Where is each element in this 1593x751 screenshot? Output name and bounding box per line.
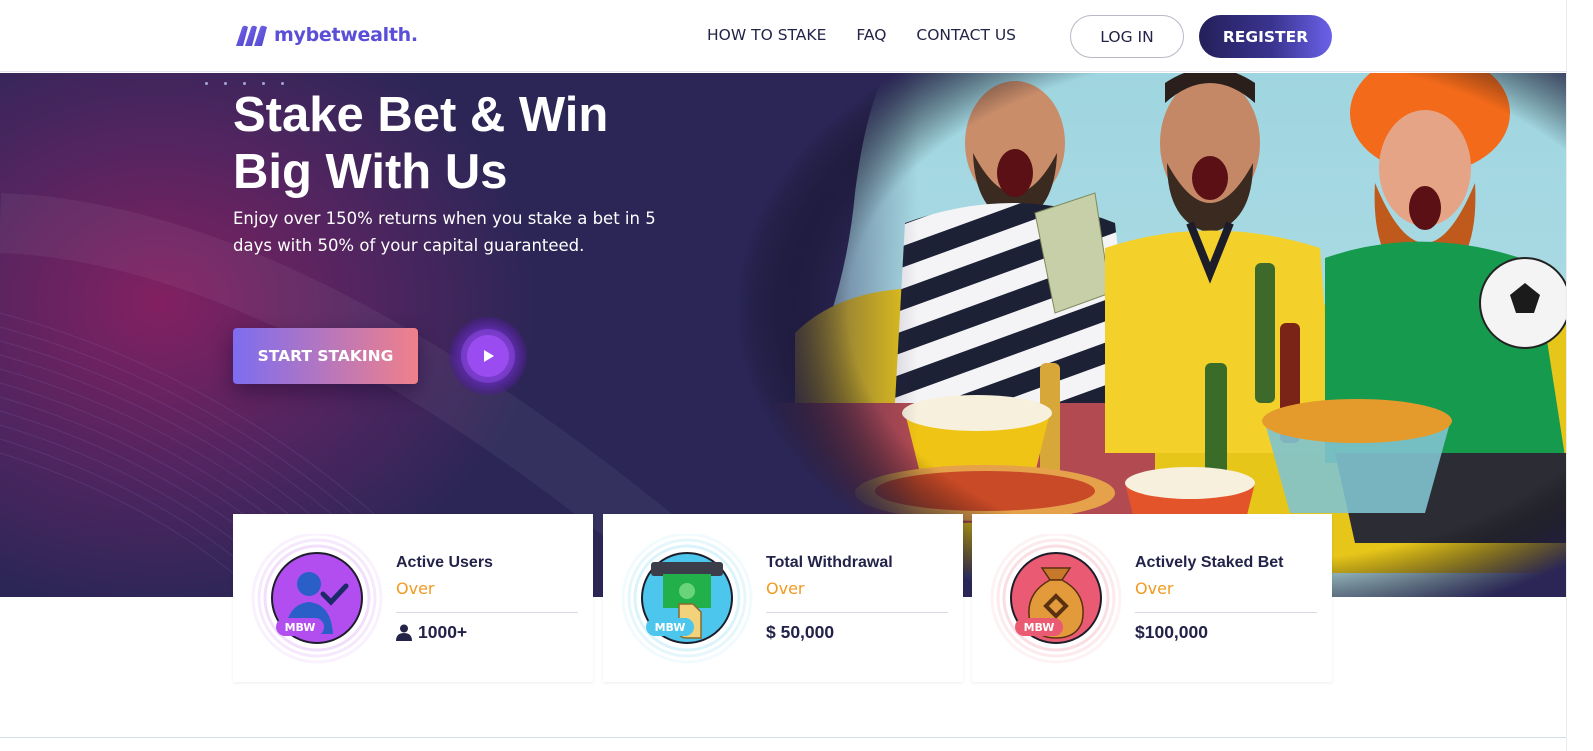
section-divider xyxy=(0,737,1593,738)
register-button[interactable]: REGISTER xyxy=(1199,15,1332,58)
start-staking-button[interactable]: START STAKING xyxy=(233,328,418,384)
stat-value-row: 1000+ xyxy=(396,622,467,643)
mbw-badge: MBW xyxy=(276,618,324,636)
decorative-dots xyxy=(205,82,284,85)
stat-over: Over xyxy=(396,579,435,598)
stat-value-row: $ 50,000 xyxy=(766,622,834,643)
brand-name: mybetwealth. xyxy=(274,24,418,46)
play-icon xyxy=(484,350,494,362)
stat-card-active-users: MBW Active Users Over 1000+ xyxy=(233,514,593,682)
stat-value: 1000+ xyxy=(418,622,468,642)
cash-withdraw-icon xyxy=(621,534,753,664)
stat-label: Active Users xyxy=(396,554,493,571)
user-icon xyxy=(396,624,412,641)
stats-section: MBW Active Users Over 1000+ MBW Total Wi… xyxy=(233,514,1332,682)
play-button-inner xyxy=(467,335,509,377)
site-header: mybetwealth. HOW TO STAKE FAQ CONTACT US… xyxy=(0,0,1566,72)
stat-value: $100,000 xyxy=(1135,622,1208,642)
stat-value: $ 50,000 xyxy=(766,622,835,642)
divider xyxy=(766,612,948,613)
play-video-button[interactable] xyxy=(449,317,527,395)
stat-value-row: $100,000 xyxy=(1135,622,1208,643)
stat-card-total-withdrawal: MBW Total Withdrawal Over $ 50,000 xyxy=(603,514,963,682)
main-nav: HOW TO STAKE FAQ CONTACT US xyxy=(707,26,1016,44)
stat-label: Total Withdrawal xyxy=(766,554,893,571)
nav-faq[interactable]: FAQ xyxy=(856,26,886,44)
mbw-badge: MBW xyxy=(646,618,694,636)
hero-title: Stake Bet & Win Big With Us xyxy=(233,87,753,201)
page-scrollbar[interactable] xyxy=(1566,0,1593,751)
nav-contact-us[interactable]: CONTACT US xyxy=(916,26,1016,44)
stat-card-actively-staked-bet: MBW Actively Staked Bet Over $100,000 xyxy=(972,514,1332,682)
user-check-icon xyxy=(251,534,383,664)
money-bag-icon xyxy=(990,534,1122,664)
stat-over: Over xyxy=(1135,579,1174,598)
stat-label: Actively Staked Bet xyxy=(1135,554,1284,571)
logo-icon xyxy=(236,25,267,46)
brand-logo[interactable]: mybetwealth. xyxy=(234,22,418,48)
hero-title-line-2: Big With Us xyxy=(233,145,508,199)
stat-over: Over xyxy=(766,579,805,598)
hero-subtitle: Enjoy over 150% returns when you stake a… xyxy=(233,209,656,255)
mbw-badge: MBW xyxy=(1015,618,1063,636)
divider xyxy=(1135,612,1317,613)
hero-title-line-1: Stake Bet & Win xyxy=(233,88,609,142)
divider xyxy=(396,612,578,613)
nav-how-to-stake[interactable]: HOW TO STAKE xyxy=(707,26,826,44)
login-button[interactable]: LOG IN xyxy=(1070,15,1184,58)
